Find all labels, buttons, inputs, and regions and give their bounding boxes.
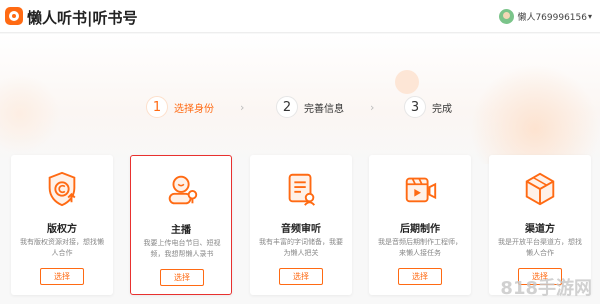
card-title: 主播 [171, 225, 191, 236]
card-description: 我是开放平台渠道方，想找懒人合作 [498, 238, 582, 257]
identity-card-audio-review[interactable]: 音频审听 我有丰富的字词储备，我要为懒人把关 选择 [250, 155, 352, 295]
select-button[interactable]: 选择 [398, 268, 442, 285]
step-number: 3 [404, 96, 426, 118]
identity-card-post-production[interactable]: 后期制作 我是音频后期制作工程师，来懒人接任务 选择 [369, 155, 471, 295]
anchor-user-mic-icon [168, 175, 198, 205]
card-description: 我是音频后期制作工程师，来懒人接任务 [378, 238, 462, 257]
select-button[interactable]: 选择 [40, 268, 84, 285]
step-number: 2 [276, 96, 298, 118]
step-label: 完成 [432, 103, 452, 115]
card-title: 版权方 [47, 224, 77, 235]
step-select-identity: 1 选择身份 [146, 96, 214, 118]
identity-card-anchor[interactable]: 主播 我要上传电台节目、短视频，我想帮懒人录书 选择 [130, 155, 232, 295]
step-done: 3 完成 [404, 96, 452, 118]
document-review-icon [288, 173, 316, 206]
user-menu[interactable]: 懒人769996156 ▾ [499, 9, 592, 24]
step-number: 1 [146, 96, 168, 118]
copyright-upload-icon [48, 171, 76, 207]
username[interactable]: 懒人769996156 [517, 10, 587, 23]
cube-channel-icon [525, 172, 555, 206]
card-title: 音频审听 [281, 224, 321, 235]
select-button[interactable]: 选择 [160, 269, 204, 286]
brand-title[interactable]: 懒人听书|听书号 [27, 7, 137, 28]
step-indicator: 1 选择身份 › 2 完善信息 › 3 完成 [0, 96, 600, 120]
step-label: 选择身份 [174, 103, 214, 115]
step-complete-info: 2 完善信息 [276, 96, 344, 118]
chevron-down-icon[interactable]: ▾ [588, 12, 592, 21]
card-description: 我有版权资源对接，想找懒人合作 [20, 238, 104, 257]
card-description: 我有丰富的字词储备，我要为懒人把关 [259, 238, 343, 257]
chevron-right-icon: › [370, 101, 375, 114]
identity-card-copyright[interactable]: 版权方 我有版权资源对接，想找懒人合作 选择 [11, 155, 113, 295]
avatar[interactable] [499, 9, 515, 24]
video-play-icon [405, 177, 437, 203]
decorative-bubble [395, 70, 419, 94]
chevron-right-icon: › [240, 101, 245, 114]
select-button[interactable]: 选择 [279, 268, 323, 285]
top-bar: 懒人听书|听书号 懒人769996156 ▾ [0, 0, 600, 33]
card-description: 我要上传电台节目、短视频，我想帮懒人录书 [143, 239, 221, 258]
site-watermark: 818手游网 [500, 278, 592, 299]
card-title: 后期制作 [400, 224, 440, 235]
card-title: 渠道方 [525, 224, 555, 235]
step-label: 完善信息 [304, 103, 344, 115]
lazy-audio-logo-icon[interactable] [5, 7, 23, 25]
